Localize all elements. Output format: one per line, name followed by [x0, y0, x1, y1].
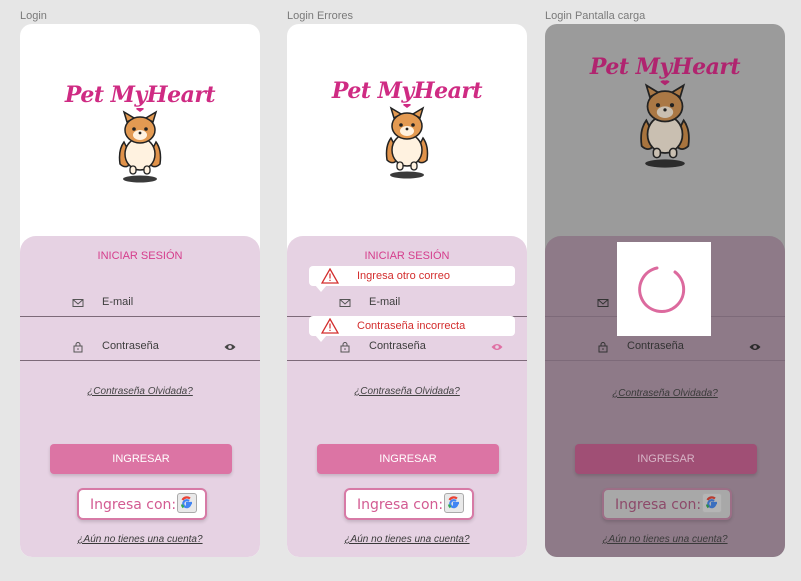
google-button-label: Ingresa con: [90, 497, 177, 513]
eye-icon[interactable] [491, 342, 503, 352]
frame-label-errors: Login Errores [287, 10, 354, 22]
frame-label-login: Login [20, 10, 47, 22]
signup-link[interactable]: ¿Aún no tienes una cuenta? [545, 534, 785, 545]
lock-icon [73, 342, 83, 353]
logo-text: Pet MyHeart [589, 54, 741, 80]
logo: Pet MyHeart [545, 54, 785, 170]
google-login-button[interactable]: Ingresa con: [77, 488, 207, 520]
forgot-password-link[interactable]: ¿Contraseña Olvidada? [287, 386, 527, 397]
password-placeholder: Contraseña [102, 340, 159, 352]
eye-icon[interactable] [224, 342, 236, 352]
dog-mascot-icon [640, 80, 690, 168]
password-field[interactable]: Contraseña [20, 334, 260, 361]
logo: Pet MyHeart [20, 82, 260, 184]
forgot-password-link[interactable]: ¿Contraseña Olvidada? [20, 386, 260, 397]
google-icon [177, 493, 197, 513]
email-error-tooltip: Ingresa otro correo [309, 266, 515, 292]
google-icon [702, 493, 722, 513]
google-login-button[interactable]: Ingresa con: [344, 488, 474, 520]
email-placeholder: E-mail [102, 296, 134, 308]
warning-icon [321, 268, 339, 284]
logo-text: Pet MyHeart [64, 82, 216, 108]
lock-icon [340, 342, 350, 353]
signup-link[interactable]: ¿Aún no tienes una cuenta? [20, 534, 260, 545]
email-field[interactable]: E-mail [20, 290, 260, 317]
email-placeholder: E-mail [369, 296, 401, 308]
eye-icon[interactable] [749, 342, 761, 352]
login-screen: Pet MyHeart INICIAR SESIÓN E-mail Contra… [20, 24, 260, 557]
login-panel: INICIAR SESIÓN E-mail Contraseña ¿Contra… [20, 236, 260, 557]
login-errors-screen: Pet MyHeart INICIAR SESIÓN Ingresa otro … [287, 24, 527, 557]
panel-title: INICIAR SESIÓN [97, 250, 183, 262]
password-field[interactable]: Contraseña [545, 334, 785, 361]
password-field[interactable]: Contraseña [287, 334, 527, 361]
password-placeholder: Contraseña [627, 340, 684, 352]
mail-icon [339, 299, 351, 307]
password-error-tooltip: Contraseña incorrecta [309, 316, 515, 342]
email-error-text: Ingresa otro correo [357, 270, 450, 282]
login-button[interactable]: INGRESAR [317, 444, 499, 474]
loading-overlay [617, 242, 711, 336]
warning-icon [321, 318, 339, 334]
login-button[interactable]: INGRESAR [50, 444, 232, 474]
dog-mascot-icon [385, 104, 429, 179]
logo: Pet MyHeart [287, 78, 527, 180]
dog-mascot-icon [118, 108, 162, 183]
forgot-password-link[interactable]: ¿Contraseña Olvidada? [545, 388, 785, 399]
google-button-label: Ingresa con: [615, 497, 702, 513]
password-placeholder: Contraseña [369, 340, 426, 352]
frame-label-loading: Login Pantalla carga [545, 10, 646, 22]
mail-icon [72, 299, 84, 307]
login-button[interactable]: INGRESAR [575, 444, 757, 474]
email-field[interactable]: E-mail [287, 290, 527, 317]
logo-text: Pet MyHeart [331, 78, 483, 104]
google-login-button[interactable]: Ingresa con: [602, 488, 732, 520]
login-panel: INICIAR SESIÓN Ingresa otro correo E-mai… [287, 236, 527, 557]
password-error-text: Contraseña incorrecta [357, 320, 466, 332]
mail-icon [597, 299, 609, 307]
google-button-label: Ingresa con: [357, 497, 444, 513]
google-icon [444, 493, 464, 513]
lock-icon [598, 342, 608, 353]
login-loading-screen: Pet MyHeart Contraseña ¿Contraseña Olvid… [545, 24, 785, 557]
panel-title: INICIAR SESIÓN [364, 250, 450, 262]
signup-link[interactable]: ¿Aún no tienes una cuenta? [287, 534, 527, 545]
loading-spinner-icon [638, 266, 686, 313]
